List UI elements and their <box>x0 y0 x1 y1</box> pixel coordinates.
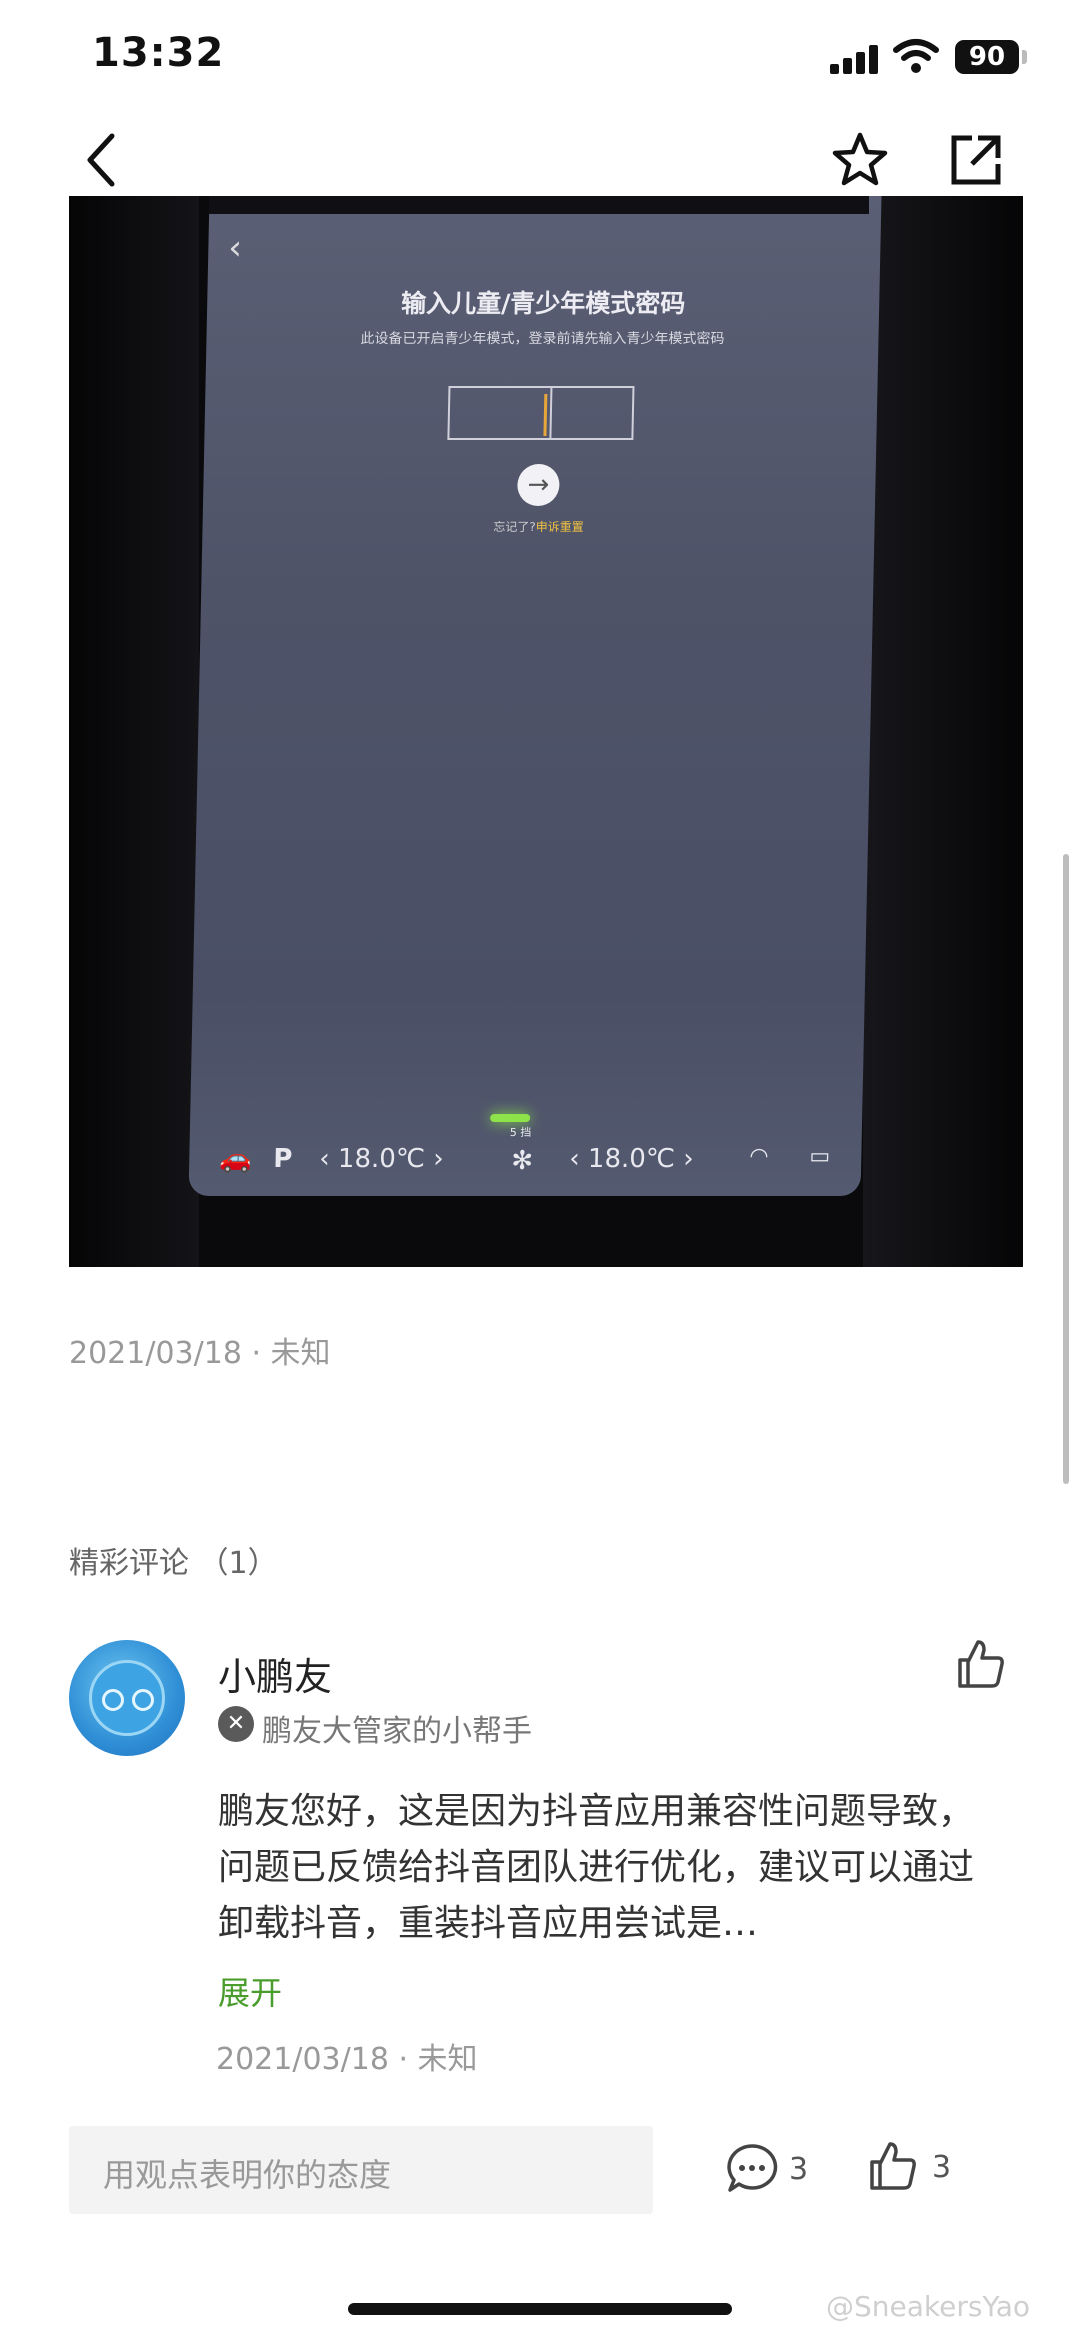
comment-date: 2021/03/18 · 未知 <box>216 2042 478 2077</box>
fan-indicator <box>490 1114 531 1122</box>
back-button[interactable] <box>80 130 130 190</box>
defrost-front-icon: ◠ <box>749 1144 769 1169</box>
fan-icon: ✻ <box>510 1146 534 1176</box>
defrost-rear-icon: ▭ <box>809 1144 831 1169</box>
thumbs-up-icon <box>958 1640 1004 1688</box>
screen-back-icon: ‹ <box>227 228 243 268</box>
share-button[interactable] <box>948 132 1004 188</box>
photo-right-edge <box>863 196 1023 1267</box>
comments-section-title: 精彩评论 （1） <box>69 1546 278 1581</box>
favorite-button[interactable] <box>830 130 890 190</box>
commenter-name[interactable]: 小鹏友 <box>218 1646 332 1701</box>
battery-tip <box>1022 50 1027 64</box>
share-icon <box>951 135 1001 185</box>
top-icon-strip <box>209 196 869 214</box>
password-box <box>447 386 635 440</box>
badge-icon: ✕ <box>218 1706 254 1742</box>
home-indicator <box>348 2303 732 2315</box>
watermark: @SneakersYao <box>826 2290 1030 2323</box>
fan-label: 5 挡 <box>509 1126 532 1139</box>
car-screen: ‹ 输入儿童/青少年模式密码 此设备已开启青少年模式，登录前请先输入青少年模式密… <box>188 196 882 1196</box>
parking-icon: P <box>272 1144 293 1174</box>
post-date: 2021/03/18 · 未知 <box>69 1336 331 1371</box>
status-time: 13:32 <box>92 30 225 76</box>
avatar-eye-right <box>132 1689 154 1711</box>
password-divider <box>549 388 553 438</box>
password-cursor <box>543 394 548 436</box>
forgot-link: 申诉重置 <box>535 520 584 534</box>
avatar[interactable] <box>69 1640 185 1756</box>
climate-bar: 🚗 P ‹ 18.0℃ › 5 挡 ✻ ‹ 18.0℃ › ◠ ▭ <box>209 1126 850 1186</box>
comments-button[interactable]: 3 <box>725 2142 815 2198</box>
like-button[interactable]: 3 <box>868 2140 958 2196</box>
comment-input[interactable]: 用观点表明你的态度 <box>69 2126 653 2214</box>
comment-like-button[interactable] <box>956 1638 1006 1690</box>
photo-left-edge <box>69 196 199 1267</box>
arrow-right-icon: → <box>516 464 560 506</box>
screen-title: 输入儿童/青少年模式密码 <box>400 289 686 318</box>
screen-subtitle: 此设备已开启青少年模式，登录前请先输入青少年模式密码 <box>360 331 725 347</box>
comment-input-placeholder: 用观点表明你的态度 <box>103 2156 392 2194</box>
temp-left: ‹ 18.0℃ › <box>318 1144 445 1174</box>
comment-bubble-icon <box>727 2144 778 2192</box>
post-photo[interactable]: ‹ 输入儿童/青少年模式密码 此设备已开启青少年模式，登录前请先输入青少年模式密… <box>69 196 1023 1267</box>
temp-right: ‹ 18.0℃ › <box>568 1144 695 1174</box>
chevron-left-icon <box>87 133 115 187</box>
avatar-eye-left <box>102 1689 124 1711</box>
battery-icon: 90 <box>955 40 1019 74</box>
commenter-badge: 鹏友大管家的小帮手 <box>262 1714 532 1749</box>
star-icon <box>832 132 888 186</box>
wifi-icon <box>893 38 939 74</box>
expand-link[interactable]: 展开 <box>218 1968 282 2014</box>
forgot-text: 忘记了?申诉重置 <box>202 518 874 535</box>
like-count: 3 <box>932 2150 952 2185</box>
car-icon: 🚗 <box>218 1144 252 1174</box>
signal-icon <box>830 44 880 74</box>
forgot-prefix: 忘记了? <box>493 520 536 534</box>
comment-count: 3 <box>789 2152 809 2187</box>
comment-text: 鹏友您好，这是因为抖音应用兼容性问题导致，问题已反馈给抖音团队进行优化，建议可以… <box>218 1791 975 1944</box>
scrollbar[interactable] <box>1063 854 1069 1484</box>
thumbs-up-icon <box>870 2142 916 2190</box>
status-bar: 13:32 90 <box>0 0 1080 110</box>
avatar-face <box>89 1660 165 1736</box>
